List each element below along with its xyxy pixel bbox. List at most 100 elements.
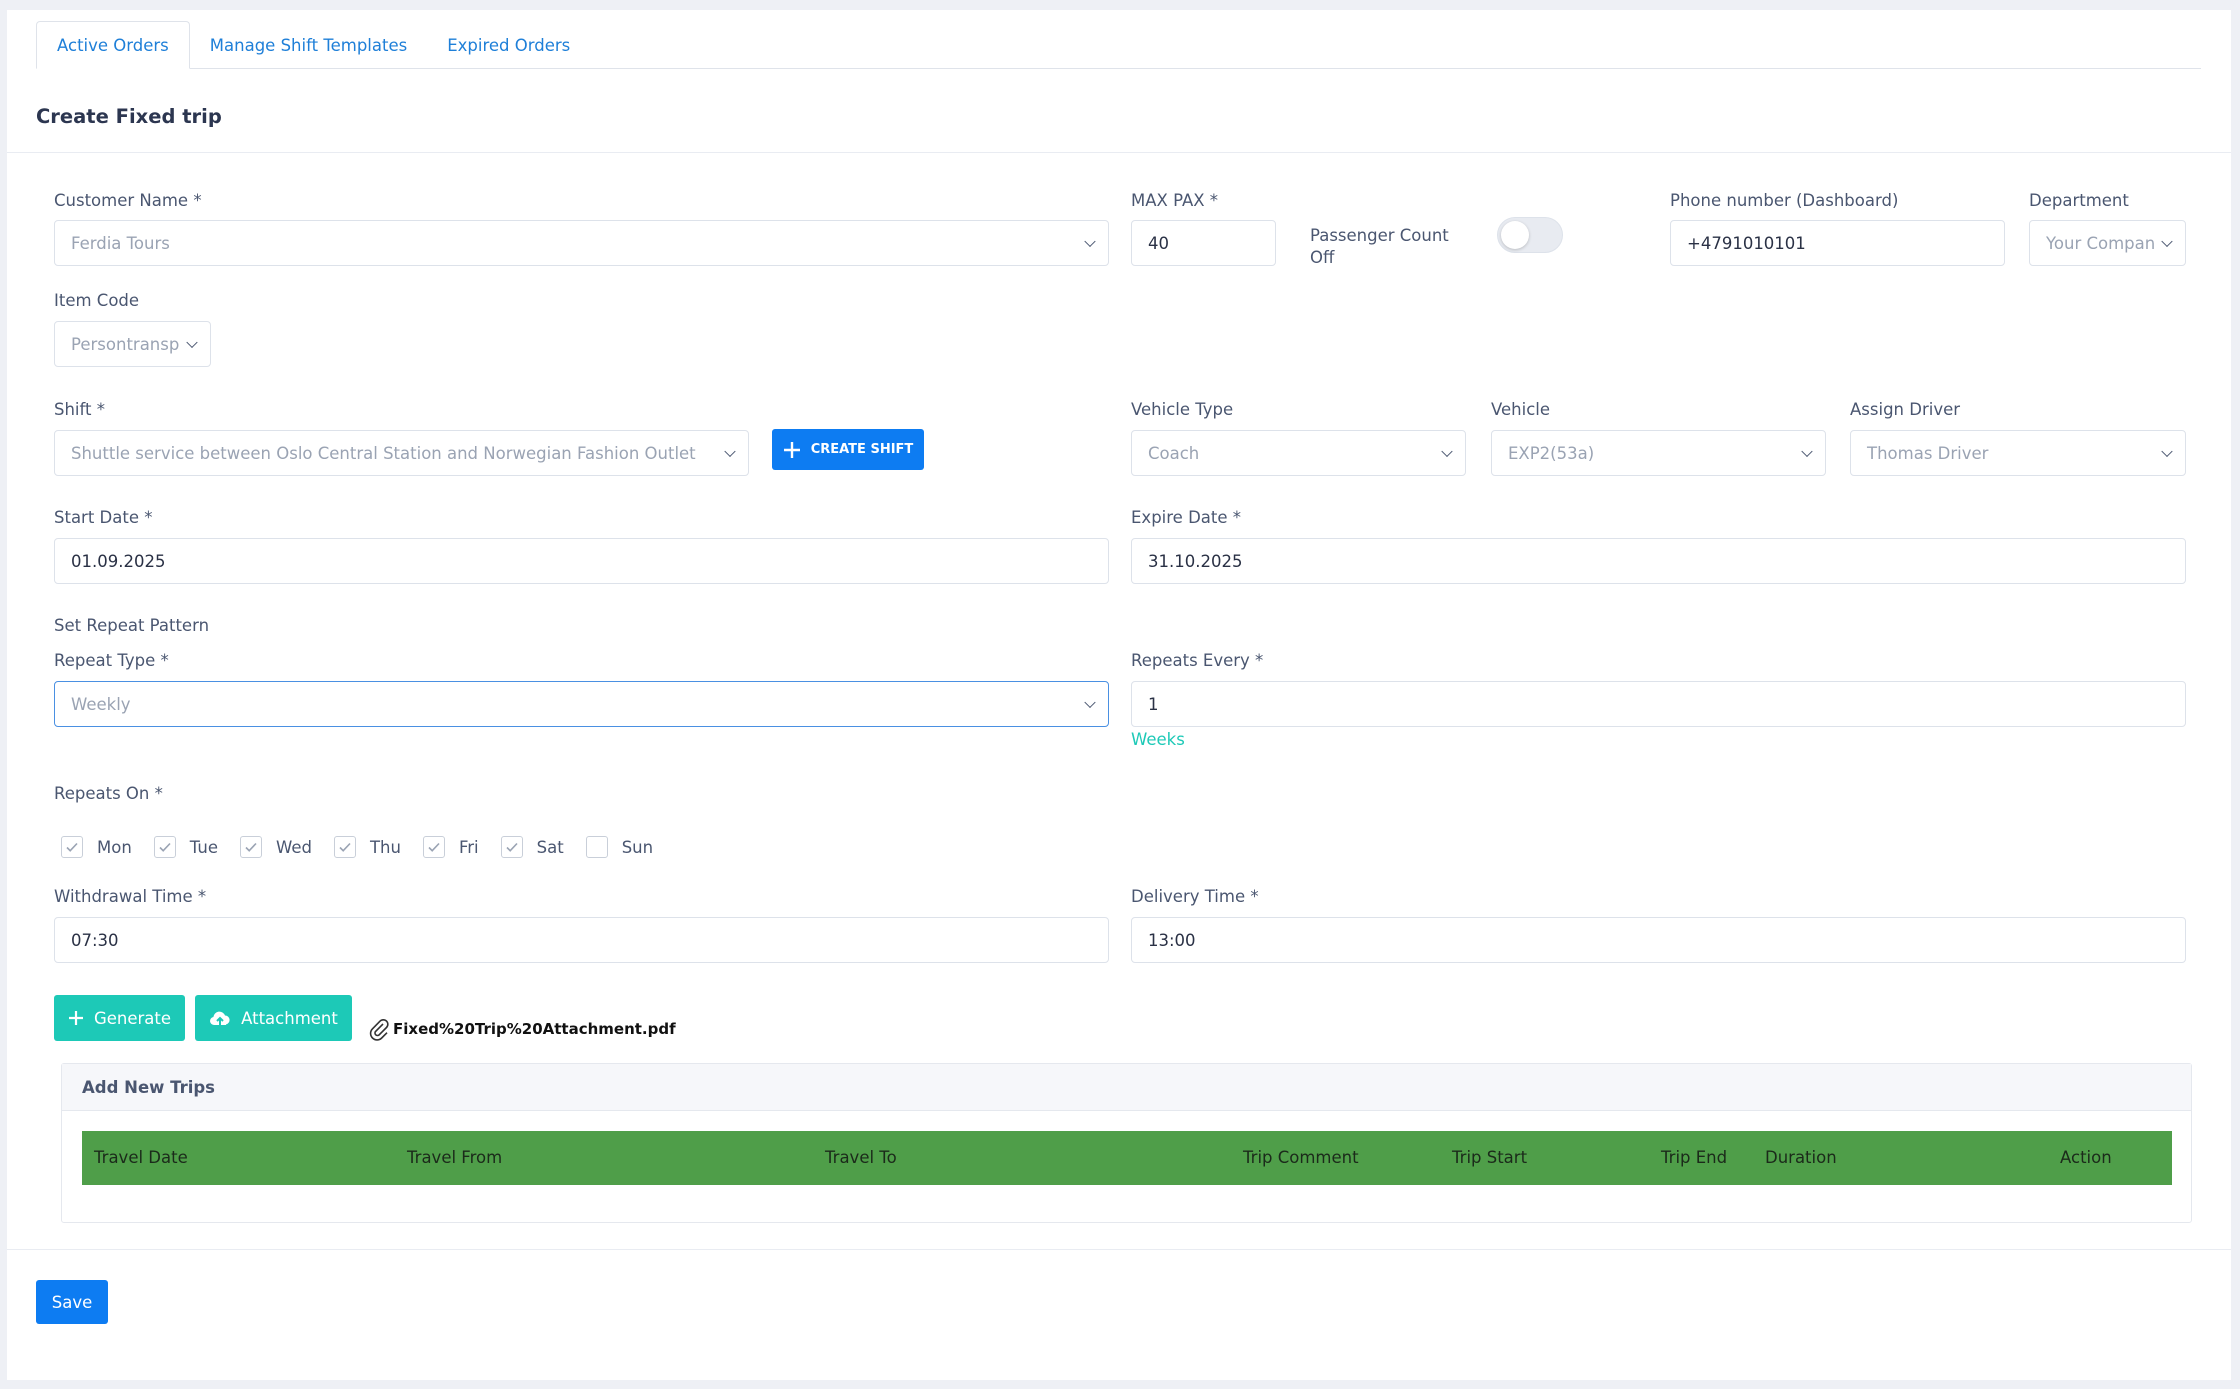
chevron-down-icon — [2161, 445, 2173, 458]
passenger-count-label: Passenger Count Off — [1310, 225, 1449, 269]
generate-button[interactable]: Generate — [54, 995, 185, 1041]
vehicle-value: EXP2(53a) — [1508, 443, 1595, 463]
day-wed[interactable]: Wed — [239, 836, 312, 858]
tue-checkbox[interactable] — [153, 836, 176, 858]
repeats-on-label: Repeats On * — [54, 784, 163, 803]
repeat-type-label: Repeat Type * — [54, 651, 169, 670]
paperclip-icon — [369, 1018, 389, 1041]
chevron-down-icon — [2161, 235, 2173, 248]
chevron-down-icon — [1801, 445, 1813, 458]
page-container: Active Orders Manage Shift Templates Exp… — [7, 10, 2231, 1380]
col-travel-to: Travel To — [825, 1148, 897, 1167]
col-duration: Duration — [1765, 1148, 1837, 1167]
attachment-button[interactable]: Attachment — [195, 995, 352, 1041]
vehicle-type-select[interactable]: Coach — [1131, 430, 1466, 476]
attachment-file-link[interactable]: Fixed%20Trip%20Attachment.pdf — [369, 1017, 676, 1041]
tab-active-orders[interactable]: Active Orders — [36, 21, 190, 69]
start-date-label: Start Date * — [54, 508, 153, 527]
col-action: Action — [2060, 1148, 2112, 1167]
max-pax-input[interactable]: 40 — [1131, 220, 1276, 266]
sat-label: Sat — [536, 837, 564, 857]
create-shift-button[interactable]: CREATE SHIFT — [772, 429, 924, 470]
expire-date-input[interactable]: 31.10.2025 — [1131, 538, 2186, 584]
check-icon — [66, 842, 78, 852]
chevron-down-icon — [724, 445, 736, 458]
col-trip-end: Trip End — [1661, 1148, 1728, 1167]
start-date-value: 01.09.2025 — [71, 551, 166, 571]
assign-driver-select[interactable]: Thomas Driver — [1850, 430, 2186, 476]
check-icon — [159, 842, 171, 852]
expire-date-value: 31.10.2025 — [1148, 551, 1243, 571]
shift-label: Shift * — [54, 400, 105, 419]
sun-checkbox[interactable] — [585, 836, 608, 858]
plus-icon — [68, 1011, 83, 1025]
fri-checkbox[interactable] — [422, 836, 445, 858]
repeats-on-days: Mon Tue Wed Thu Fri Sat Sun — [61, 836, 675, 858]
delivery-time-value: 13:00 — [1148, 930, 1196, 950]
expire-date-label: Expire Date * — [1131, 508, 1241, 527]
customer-name-select[interactable]: Ferdia Tours — [54, 220, 1109, 266]
col-travel-from: Travel From — [407, 1148, 503, 1167]
check-icon — [339, 842, 351, 852]
col-trip-start: Trip Start — [1452, 1148, 1528, 1167]
delivery-time-label: Delivery Time * — [1131, 887, 1259, 906]
generate-label: Generate — [93, 1008, 172, 1028]
delivery-time-input[interactable]: 13:00 — [1131, 917, 2186, 963]
mon-checkbox[interactable] — [61, 836, 83, 858]
save-button[interactable]: Save — [36, 1280, 108, 1324]
toggle-knob — [1501, 221, 1529, 249]
vehicle-type-label: Vehicle Type — [1131, 400, 1234, 419]
max-pax-label: MAX PAX * — [1131, 191, 1219, 210]
vehicle-select[interactable]: EXP2(53a) — [1491, 430, 1826, 476]
max-pax-value: 40 — [1148, 233, 1169, 253]
day-tue[interactable]: Tue — [153, 836, 218, 858]
chevron-down-icon — [1441, 445, 1453, 458]
item-code-select[interactable]: Persontransp — [54, 321, 211, 367]
tue-label: Tue — [189, 837, 218, 857]
repeat-pattern-title: Set Repeat Pattern — [54, 616, 210, 635]
col-travel-date: Travel Date — [94, 1148, 188, 1167]
tab-bar: Active Orders Manage Shift Templates Exp… — [36, 21, 2201, 69]
repeats-every-input[interactable]: 1 — [1131, 681, 2186, 727]
passenger-count-label-line2: Off — [1310, 248, 1335, 267]
phone-label: Phone number (Dashboard) — [1670, 191, 1899, 210]
wed-checkbox[interactable] — [239, 836, 262, 858]
chevron-down-icon — [186, 336, 198, 349]
repeats-every-unit: Weeks — [1131, 730, 1185, 749]
day-fri[interactable]: Fri — [422, 836, 479, 858]
trips-title: Add New Trips — [62, 1064, 2191, 1111]
phone-input[interactable]: +4791010101 — [1670, 220, 2005, 266]
customer-name-label: Customer Name * — [54, 191, 202, 210]
start-date-input[interactable]: 01.09.2025 — [54, 538, 1109, 584]
sun-label: Sun — [621, 837, 654, 857]
repeat-type-select[interactable]: Weekly — [54, 681, 1109, 727]
department-label: Department — [2029, 191, 2129, 210]
assign-driver-label: Assign Driver — [1850, 400, 1961, 419]
item-code-label: Item Code — [54, 291, 140, 310]
repeats-every-value: 1 — [1148, 694, 1159, 714]
shift-select[interactable]: Shuttle service between Oslo Central Sta… — [54, 430, 749, 476]
withdrawal-time-value: 07:30 — [71, 930, 119, 950]
day-mon[interactable]: Mon — [61, 836, 132, 858]
item-code-value: Persontransp — [71, 334, 180, 354]
passenger-count-label-line1: Passenger Count — [1310, 226, 1449, 245]
plus-icon — [783, 441, 800, 458]
check-icon — [428, 842, 440, 852]
department-select[interactable]: Your Compan — [2029, 220, 2186, 266]
shift-value: Shuttle service between Oslo Central Sta… — [71, 443, 696, 463]
passenger-count-toggle[interactable] — [1497, 217, 1563, 253]
sat-checkbox[interactable] — [500, 836, 523, 858]
wed-label: Wed — [275, 837, 312, 857]
withdrawal-time-input[interactable]: 07:30 — [54, 917, 1109, 963]
fri-label: Fri — [458, 837, 479, 857]
phone-value: +4791010101 — [1687, 233, 1806, 253]
day-sun[interactable]: Sun — [585, 836, 654, 858]
chevron-down-icon — [1084, 696, 1096, 709]
tab-manage-shift-templates[interactable]: Manage Shift Templates — [190, 21, 427, 69]
withdrawal-time-label: Withdrawal Time * — [54, 887, 207, 906]
thu-checkbox[interactable] — [333, 836, 356, 858]
day-thu[interactable]: Thu — [333, 836, 401, 858]
repeat-type-value: Weekly — [71, 694, 131, 714]
tab-expired-orders[interactable]: Expired Orders — [427, 21, 590, 69]
day-sat[interactable]: Sat — [500, 836, 564, 858]
